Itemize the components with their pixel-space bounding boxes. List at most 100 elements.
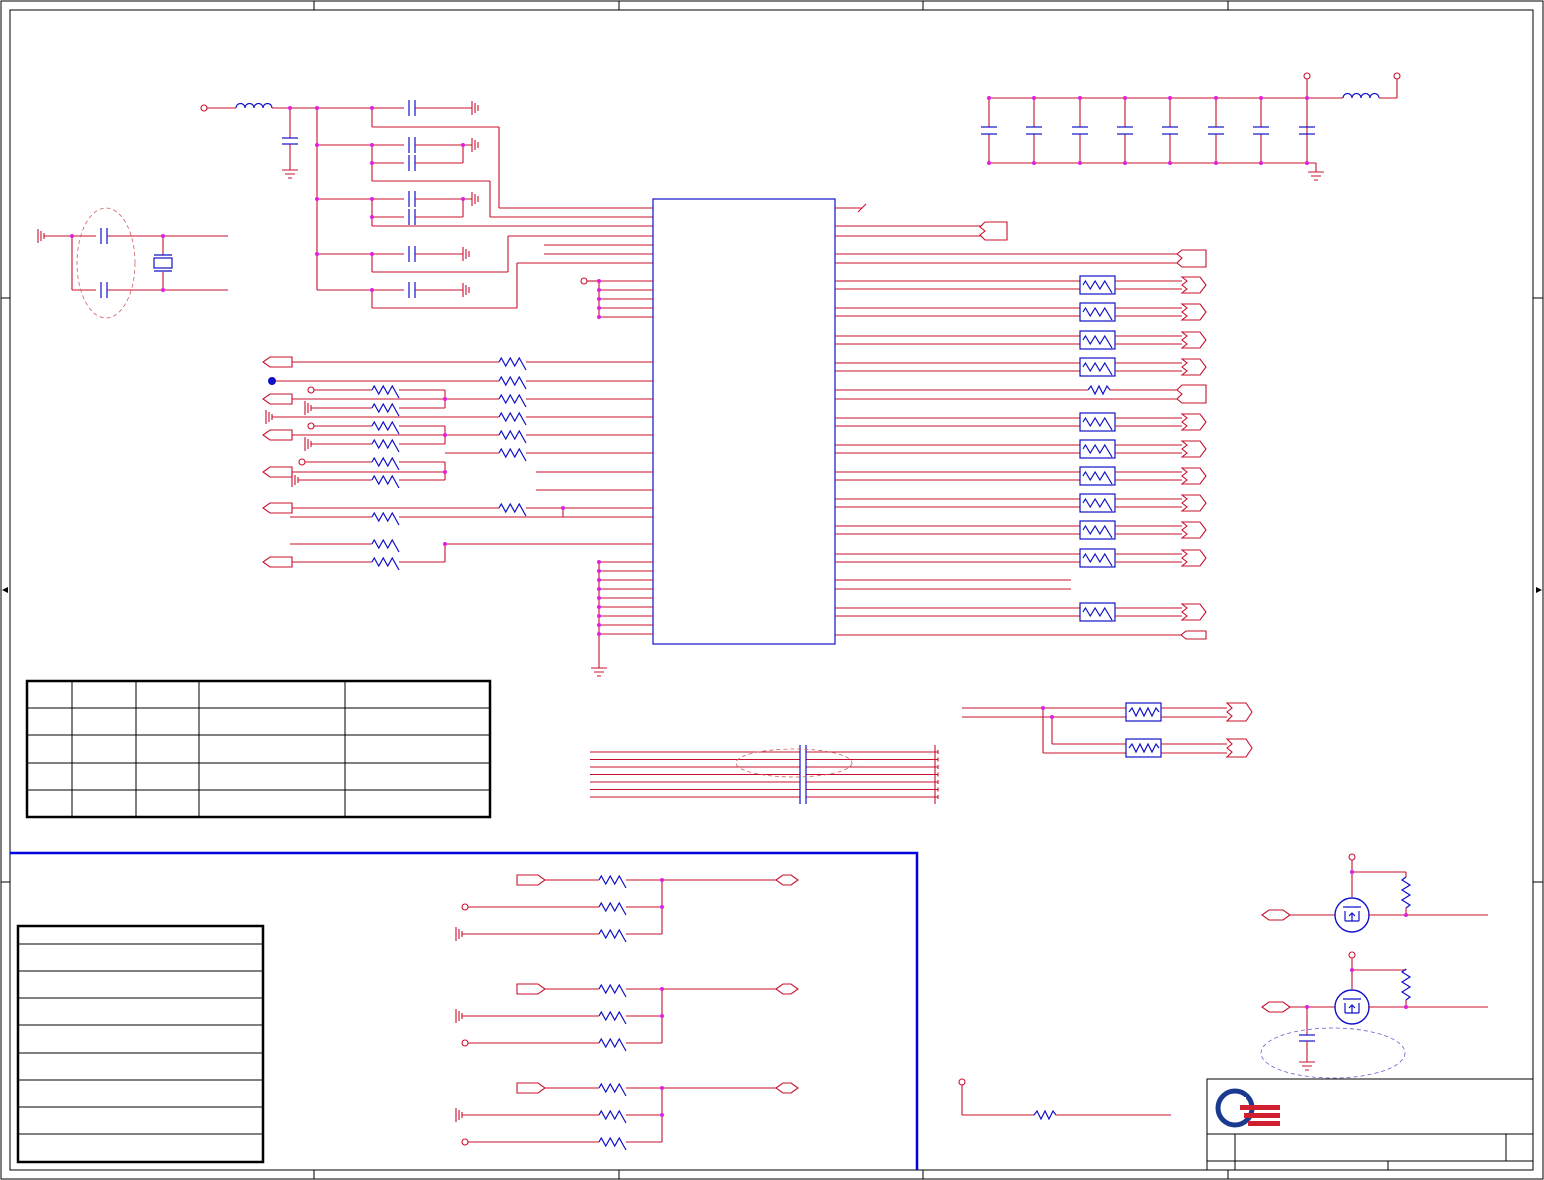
- port-icon: [262, 502, 293, 514]
- left-signal-network: [262, 356, 653, 571]
- resistor-icon: [498, 447, 527, 462]
- port-icon: [1180, 467, 1207, 485]
- resistor-icon: [598, 874, 627, 889]
- resistor-icon: [371, 438, 400, 453]
- port-icon: [516, 1082, 546, 1094]
- resistor-icon: [498, 502, 527, 517]
- port-icon: [1176, 249, 1207, 268]
- resistor-icon: [371, 384, 400, 399]
- port-icon: [1180, 276, 1207, 294]
- port-icon: [262, 429, 293, 441]
- crystal-icon: [153, 257, 173, 269]
- port-icon: [1180, 413, 1207, 431]
- bottom-pullup: [958, 1078, 1171, 1121]
- resistor-icon: [498, 393, 527, 408]
- port-icon: [1180, 303, 1207, 321]
- port-icon: [1261, 909, 1291, 921]
- port-icon: [1180, 549, 1207, 567]
- highlight-region: [10, 851, 919, 1170]
- ground-icon: [463, 138, 479, 152]
- port-icon: [1180, 603, 1207, 621]
- ground-icon: [455, 1009, 599, 1023]
- power-filter-right: [981, 72, 1401, 181]
- resistor-icon: [1400, 876, 1412, 909]
- ground-icon: [282, 169, 298, 179]
- ground-icon: [471, 101, 479, 115]
- port-icon: [262, 466, 293, 478]
- port-icon: [775, 983, 799, 995]
- resistor-icon: [498, 375, 527, 390]
- resistor-icon: [371, 556, 400, 571]
- resistor-icon: [498, 429, 527, 444]
- port-icon: [979, 221, 1008, 241]
- ground-icon: [591, 667, 607, 677]
- cap-array-bus: [590, 745, 939, 804]
- port-icon: [262, 393, 293, 405]
- port-icon: [775, 1082, 799, 1094]
- resistor-icon: [598, 983, 627, 998]
- resistor-icon: [598, 1037, 627, 1052]
- right-output-network: [835, 221, 1207, 640]
- resistor-icon: [598, 1010, 627, 1025]
- port-icon: [1180, 440, 1207, 458]
- port-icon: [1225, 702, 1253, 722]
- resistor-icon: [598, 1136, 627, 1151]
- resistor-icon: [1033, 1109, 1057, 1121]
- arrow-left-icon: [2, 587, 8, 593]
- port-icon: [1180, 358, 1207, 376]
- ground-icon: [1308, 171, 1324, 181]
- ground-icon: [462, 283, 470, 297]
- ground-icon: [455, 1108, 599, 1122]
- port-icon: [262, 556, 293, 568]
- resistor-icon: [598, 1082, 627, 1097]
- strap-table: [25, 679, 492, 819]
- filter-icon: [1125, 738, 1162, 758]
- inductor-icon: [235, 102, 273, 109]
- ground-icon: [463, 192, 479, 206]
- strap-resistor-groups: [455, 874, 799, 1151]
- ground-icon: [304, 437, 372, 451]
- ground-icon: [37, 229, 72, 243]
- arrow-right-icon: [1536, 587, 1542, 593]
- inductor-icon: [1342, 92, 1380, 99]
- resistor-icon: [1400, 968, 1412, 1001]
- resistor-icon: [598, 928, 627, 943]
- port-icon: [1225, 738, 1253, 758]
- port-icon: [1180, 630, 1207, 640]
- crystal-block: [37, 207, 228, 319]
- resistor-icon: [371, 511, 400, 526]
- resistor-icon: [598, 1109, 627, 1124]
- port-icon: [775, 874, 799, 886]
- resistor-icon: [598, 901, 627, 916]
- port-icon: [262, 356, 293, 368]
- resistor-icon: [498, 411, 527, 426]
- resistor-icon: [371, 538, 400, 553]
- resistor-icon: [371, 474, 400, 489]
- port-icon: [516, 874, 546, 886]
- mosfet-level-shifters: [1260, 853, 1488, 1079]
- revision-table: [16, 924, 265, 1164]
- resistor-icon: [371, 402, 400, 417]
- ground-icon: [304, 401, 372, 415]
- ground-icon: [1299, 1061, 1315, 1071]
- title-block: [1206, 1078, 1534, 1171]
- port-icon: [516, 983, 546, 995]
- resistor-icon: [498, 356, 527, 371]
- resistor-icon: [371, 420, 400, 435]
- schematic-sheet: [0, 0, 1544, 1180]
- port-icon: [1176, 384, 1207, 404]
- power-filter-left: [200, 100, 653, 309]
- port-icon: [1261, 1001, 1291, 1013]
- main-ic: [580, 198, 867, 677]
- ground-icon: [462, 247, 470, 261]
- ground-icon: [291, 473, 372, 487]
- two-channel-filter: [962, 702, 1253, 758]
- test-point-icon: [268, 377, 276, 385]
- resistor-icon: [371, 456, 400, 471]
- resistor-icon: [1087, 384, 1111, 396]
- ground-icon: [265, 410, 499, 424]
- company-logo-icon: [1215, 1088, 1280, 1128]
- port-icon: [1180, 494, 1207, 512]
- port-icon: [1180, 331, 1207, 349]
- port-icon: [1180, 521, 1207, 539]
